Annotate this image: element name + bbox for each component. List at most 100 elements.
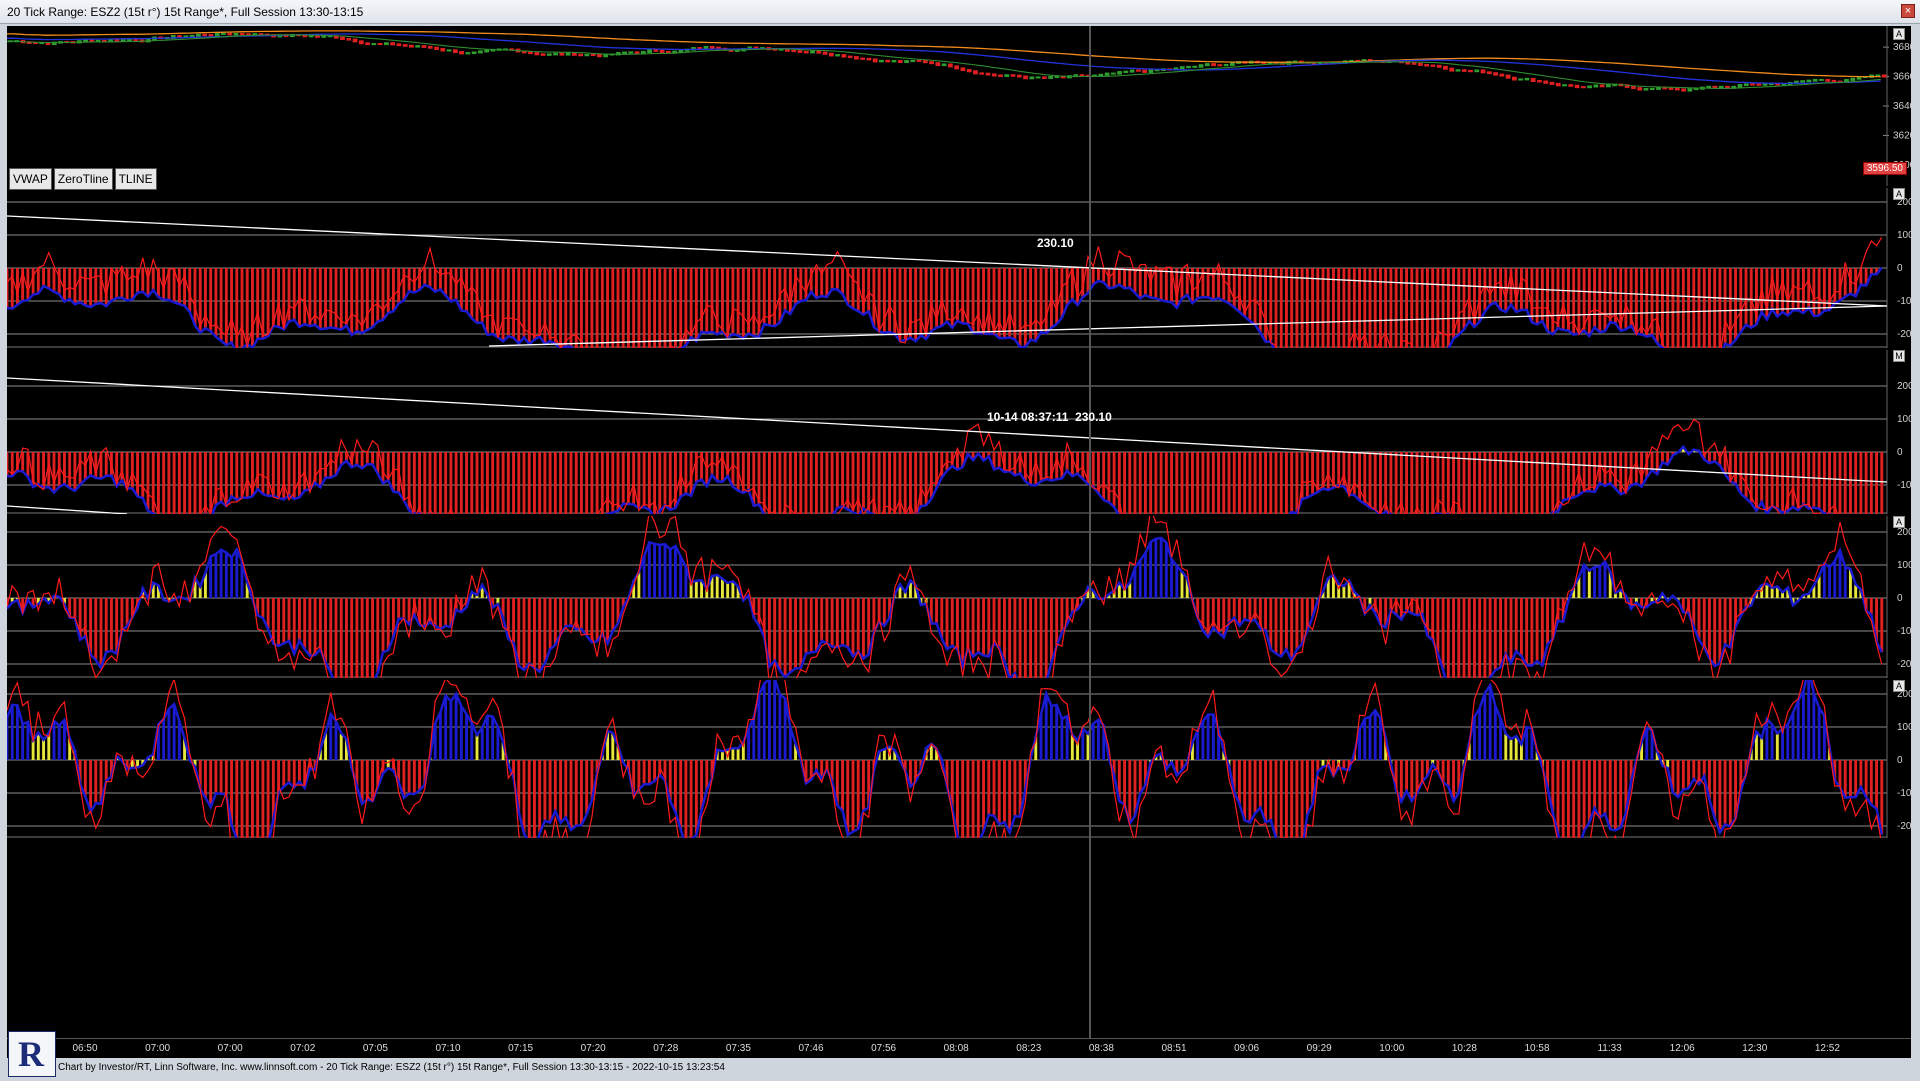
time-axis-label: 07:35: [725, 1043, 751, 1054]
price-candle: [1812, 78, 1818, 82]
price-candle: [459, 51, 464, 55]
price-candle: [866, 57, 872, 61]
price-candle: [1016, 74, 1022, 78]
price-candle: [440, 48, 446, 52]
indicator-pane-4-scale-button[interactable]: A: [1893, 680, 1905, 692]
price-candle: [1211, 63, 1216, 67]
price-candle: [1010, 74, 1016, 77]
time-axis-label: 07:46: [798, 1043, 824, 1054]
price-candle: [1850, 77, 1856, 81]
price-candle: [1493, 72, 1498, 76]
price-candle: [1455, 69, 1461, 72]
zerotline-button[interactable]: ZeroTline: [53, 168, 113, 190]
price-pane[interactable]: 36803660364036203600 A VWAP ZeroTline TL…: [7, 26, 1911, 190]
time-axis-label: 07:56: [871, 1043, 897, 1054]
price-candle: [935, 62, 941, 67]
price-candle: [653, 49, 659, 52]
price-candle: [1004, 74, 1010, 77]
price-candle: [1148, 69, 1154, 73]
indicator-axis-label: -200: [1897, 329, 1911, 340]
close-button[interactable]: ×: [1901, 4, 1915, 18]
price-candle: [897, 60, 903, 63]
price-candle: [1418, 62, 1423, 66]
price-axis-label: 3660: [1893, 72, 1911, 83]
price-candle: [1530, 77, 1536, 83]
tline-button[interactable]: TLINE: [114, 168, 157, 190]
indicator-button-bar: VWAP ZeroTline TLINE: [9, 168, 157, 190]
price-candle: [239, 32, 245, 36]
price-candle: [540, 53, 546, 56]
chart-area[interactable]: 36803660364036203600 A VWAP ZeroTline TL…: [7, 26, 1911, 1059]
price-candle: [948, 63, 953, 68]
indicator-axis-label: 0: [1897, 263, 1903, 274]
indicator-axis-label: 100: [1897, 560, 1911, 571]
time-axis-label: 11:33: [1597, 1043, 1622, 1054]
average-line-green: [7, 34, 1881, 89]
price-candle: [622, 51, 627, 55]
price-candle: [1606, 84, 1611, 88]
indicator-axis-label: -200: [1897, 821, 1911, 832]
last-price-tag: 3596.50: [1862, 162, 1907, 175]
time-axis-label: 07:15: [508, 1043, 534, 1054]
time-axis-label: 09:06: [1234, 1043, 1260, 1054]
price-candle: [791, 49, 797, 53]
status-footer: Chart by Investor/RT, Linn Software, Inc…: [0, 1058, 1920, 1081]
price-candle: [1881, 74, 1887, 78]
time-axis-label: 10:28: [1451, 1043, 1477, 1054]
price-candle: [546, 53, 552, 56]
price-axis-label: 3640: [1893, 101, 1911, 112]
price-candle: [879, 59, 884, 63]
price-candle: [196, 33, 201, 37]
price-candle: [1461, 69, 1467, 72]
indicator-axis-label: -200: [1897, 659, 1911, 670]
price-candle: [1129, 69, 1135, 73]
price-candle: [1593, 84, 1599, 88]
indicator-pane-4[interactable]: 2001000-100-200 A: [7, 680, 1911, 838]
window-title: 20 Tick Range: ESZ2 (15t r°) 15t Range*,…: [7, 5, 364, 19]
price-candle: [797, 50, 803, 53]
price-candle: [1186, 65, 1191, 69]
price-candle: [365, 42, 370, 46]
price-candle: [1674, 87, 1680, 91]
price-candle: [1737, 84, 1743, 88]
time-axis-label: 07:00: [145, 1043, 171, 1054]
price-candle: [1474, 69, 1480, 73]
price-candle: [1223, 63, 1229, 67]
price-candle: [352, 38, 358, 43]
indicator-pane-1[interactable]: 2001000-100-200 A: [7, 188, 1911, 348]
price-candle: [377, 43, 383, 46]
price-candle: [478, 50, 483, 54]
price-candle: [427, 45, 433, 49]
vwap-button[interactable]: VWAP: [9, 168, 52, 190]
price-candle: [559, 52, 565, 56]
price-candle: [1555, 82, 1561, 87]
price-candle: [991, 73, 997, 77]
indicator-pane-2[interactable]: 200 100 0 -100 M: [7, 350, 1911, 514]
point-label-annotation: 10-14 08:37:11 230.10: [987, 410, 1112, 424]
indicator-axis-label: 0: [1897, 755, 1903, 766]
price-candle: [872, 58, 878, 63]
price-candle: [1411, 62, 1417, 65]
indicator-svg-1: 200 100 0 -100: [7, 350, 1911, 514]
indicator-svg-3: 2001000-100-200: [7, 680, 1911, 838]
price-pane-scale-button[interactable]: A: [1893, 28, 1905, 40]
time-axis-label: 12:30: [1742, 1043, 1768, 1054]
indicator-pane-3-scale-button[interactable]: A: [1893, 516, 1905, 528]
price-candle: [578, 53, 584, 57]
indicator-axis-label: -100: [1897, 296, 1911, 307]
indicator-pane-1-scale-button[interactable]: A: [1893, 188, 1905, 200]
price-candle: [233, 32, 239, 36]
price-candle: [1117, 71, 1122, 75]
price-candle: [1580, 86, 1586, 89]
price-candle: [227, 32, 233, 36]
price-candle: [465, 52, 471, 55]
crosshair-cursor-line: [1089, 26, 1091, 1038]
indicator-pane-2-scale-button[interactable]: M: [1893, 350, 1905, 362]
time-axis-label: 12:52: [1814, 1043, 1840, 1054]
price-candle: [647, 49, 652, 54]
price-candle: [1574, 84, 1580, 89]
price-candle: [1524, 77, 1530, 81]
indicator-pane-3[interactable]: 200 100 0 -100 -200 A: [7, 516, 1911, 678]
price-candle: [1499, 73, 1505, 77]
price-candle: [1568, 84, 1574, 87]
